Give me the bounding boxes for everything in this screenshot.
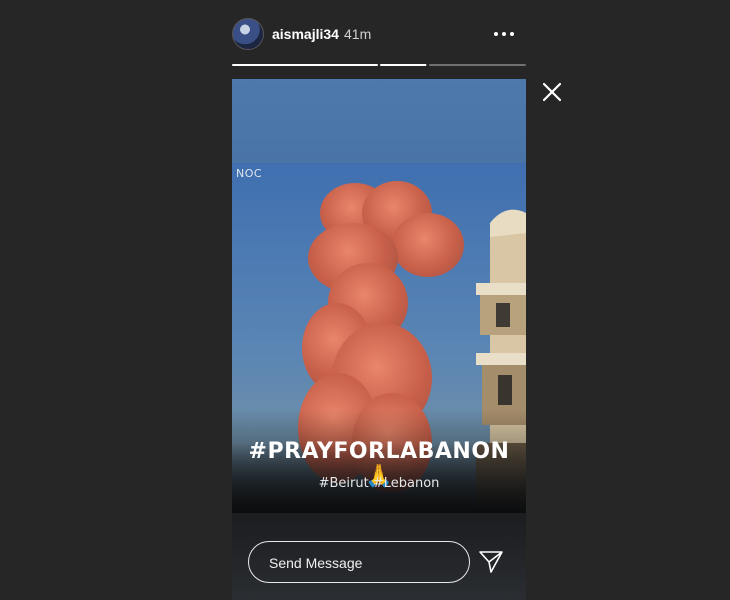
paper-plane-icon bbox=[479, 551, 503, 573]
progress-segment bbox=[429, 64, 526, 66]
send-message-input[interactable] bbox=[269, 554, 449, 572]
close-button[interactable] bbox=[540, 80, 564, 104]
story-frame[interactable]: NOC #PRAYFORLABANON 🙏 #Beirut #Lebanon bbox=[232, 79, 526, 600]
timestamp: 41m bbox=[344, 26, 372, 42]
progress-segment bbox=[232, 64, 378, 66]
story-hashtags: #Beirut #Lebanon bbox=[318, 476, 440, 491]
more-horizontal-icon bbox=[494, 32, 498, 36]
progress-segment bbox=[380, 64, 427, 66]
story-progress bbox=[232, 64, 526, 66]
story-header: aismajli34 41m bbox=[232, 18, 526, 52]
watermark: NOC bbox=[236, 167, 263, 180]
sky-banner bbox=[232, 79, 526, 163]
close-icon bbox=[542, 82, 562, 102]
send-message-bar[interactable] bbox=[248, 541, 470, 583]
avatar[interactable] bbox=[232, 18, 264, 50]
username[interactable]: aismajli34 bbox=[272, 26, 339, 42]
more-options-button[interactable] bbox=[494, 24, 518, 44]
send-button[interactable] bbox=[478, 549, 504, 575]
